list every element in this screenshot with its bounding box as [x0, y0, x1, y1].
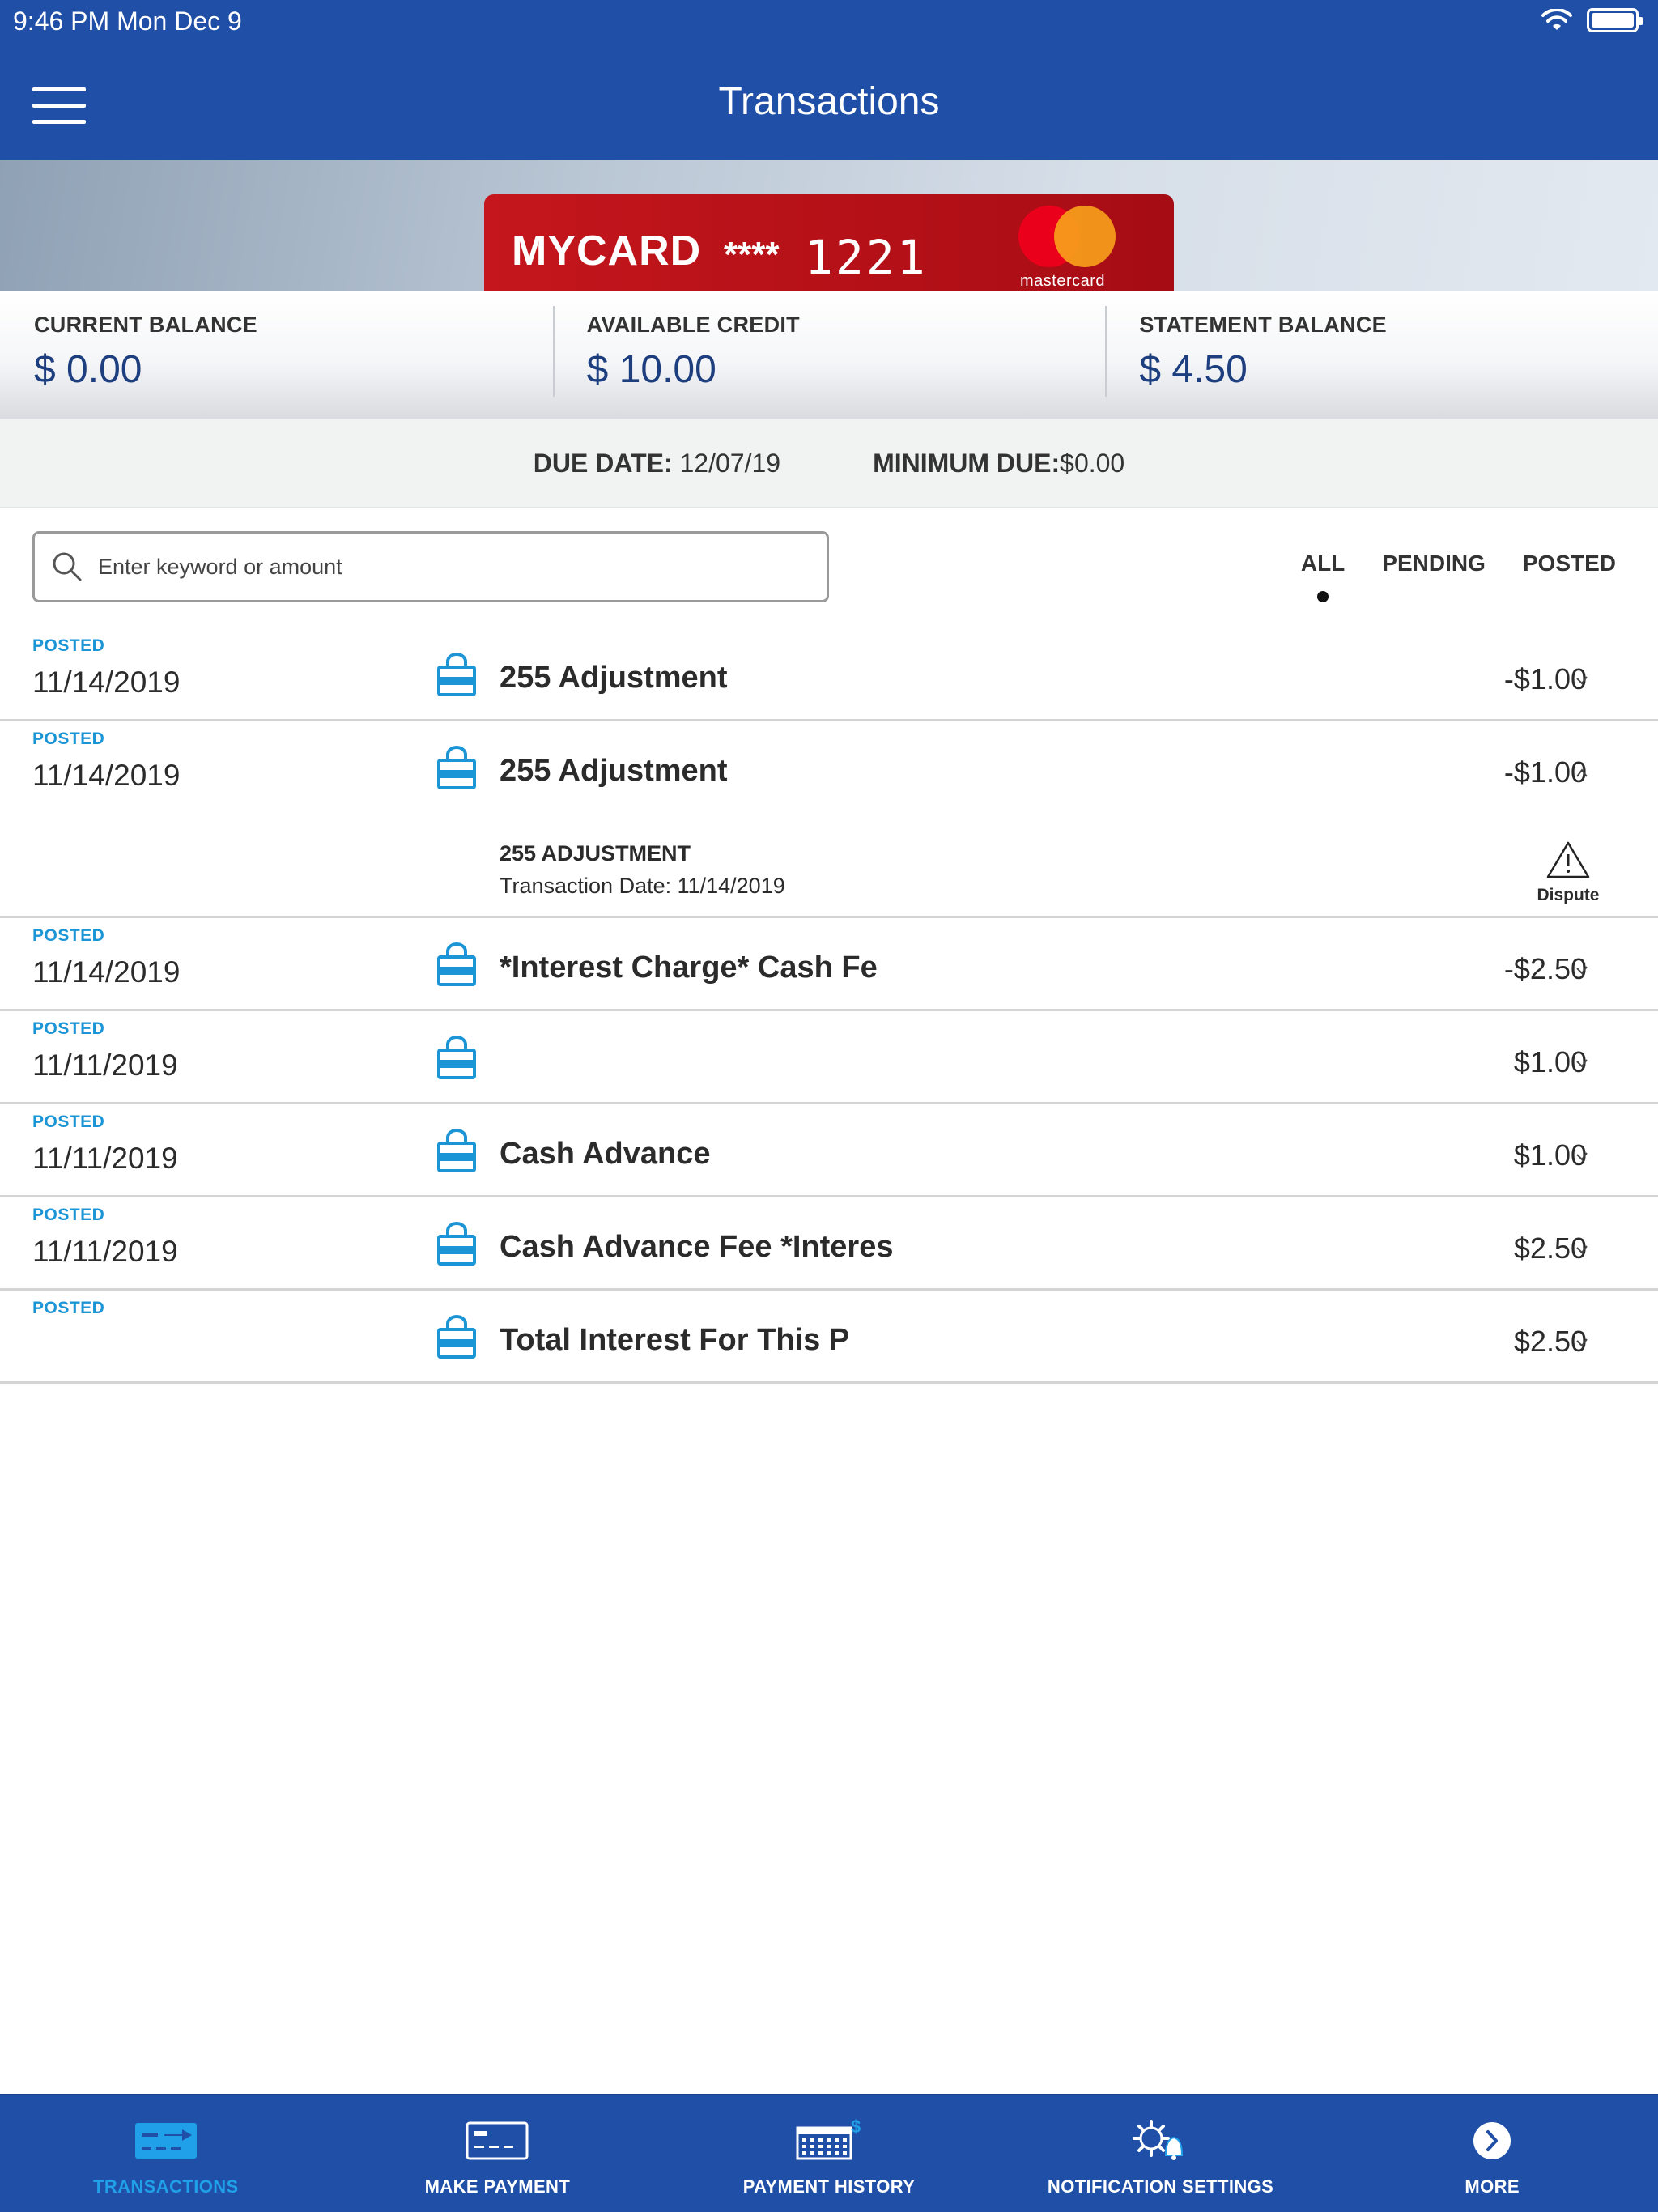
statement-balance: STATEMENT BALANCE $ 4.50	[1105, 291, 1658, 419]
balance-value: $ 0.00	[34, 348, 142, 391]
transaction-row[interactable]: POSTED 11/11/2019 Cash Advance Fee *Inte…	[0, 1197, 1658, 1291]
transaction-status: POSTED	[32, 1206, 105, 1224]
card-payment-icon	[466, 2121, 529, 2160]
credit-card-image[interactable]: MYCARD **** 1221 mastercard	[484, 194, 1174, 291]
tab-transactions[interactable]: TRANSACTIONS	[0, 2095, 332, 2212]
due-date: DUE DATE: 12/07/19	[533, 448, 781, 478]
balance-value: $ 10.00	[586, 348, 716, 391]
transaction-date: 11/11/2019	[32, 1235, 178, 1268]
filter-tabs: ALL PENDING POSTED	[1301, 551, 1616, 602]
filter-all[interactable]: ALL	[1301, 551, 1345, 602]
mastercard-wordmark: mastercard	[1020, 272, 1106, 290]
search-input[interactable]	[98, 554, 794, 580]
search-icon	[53, 552, 82, 581]
transaction-name: 255 Adjustment	[500, 754, 728, 788]
battery-icon	[1587, 8, 1643, 32]
transaction-row[interactable]: POSTED 11/11/2019 Cash Advance $1.00	[0, 1104, 1658, 1197]
card-masked-digits: ****	[724, 235, 780, 274]
transaction-row[interactable]: POSTED 11/14/2019 255 Adjustment -$1.00	[0, 628, 1658, 721]
tab-make-payment[interactable]: MAKE PAYMENT	[332, 2095, 664, 2212]
balance-label: AVAILABLE CREDIT	[586, 313, 800, 337]
shopping-bag-icon	[437, 746, 476, 789]
dispute-label: Dispute	[1537, 886, 1600, 904]
tab-label: NOTIFICATION SETTINGS	[1047, 2176, 1274, 2197]
tab-label: PAYMENT HISTORY	[742, 2176, 916, 2197]
transaction-name: *Interest Charge* Cash Fe	[500, 951, 878, 985]
dispute-button[interactable]: Dispute	[1532, 840, 1605, 905]
tab-label: MAKE PAYMENT	[424, 2176, 571, 2197]
tab-more[interactable]: MORE	[1326, 2095, 1658, 2212]
page-title: Transactions	[718, 80, 940, 123]
transaction-status: POSTED	[32, 636, 105, 655]
chevron-down-icon[interactable]	[1574, 962, 1590, 978]
due-bar: DUE DATE: 12/07/19 MINIMUM DUE:$0.00	[0, 419, 1658, 508]
balance-label: STATEMENT BALANCE	[1139, 313, 1387, 337]
tab-label: TRANSACTIONS	[93, 2176, 239, 2197]
transaction-name: Cash Advance	[500, 1137, 711, 1171]
filter-posted[interactable]: POSTED	[1523, 551, 1616, 576]
card-banner: MYCARD **** 1221 mastercard	[0, 160, 1658, 291]
current-balance: CURRENT BALANCE $ 0.00	[0, 291, 553, 419]
filter-pending[interactable]: PENDING	[1382, 551, 1486, 576]
status-icons	[1541, 8, 1643, 32]
transaction-list: POSTED 11/14/2019 255 Adjustment -$1.00 …	[0, 628, 1658, 1384]
transaction-row[interactable]: POSTED 11/14/2019 *Interest Charge* Cash…	[0, 918, 1658, 1011]
chevron-down-icon[interactable]	[1574, 672, 1590, 688]
chevron-down-icon[interactable]	[1574, 1334, 1590, 1351]
svg-text:$: $	[851, 2116, 861, 2137]
transaction-detail-title: 255 ADJUSTMENT	[500, 841, 691, 866]
transaction-status: POSTED	[32, 926, 105, 945]
tab-notification-settings[interactable]: NOTIFICATION SETTINGS	[995, 2095, 1327, 2212]
warning-triangle-icon	[1546, 841, 1590, 878]
transaction-status: POSTED	[32, 730, 105, 748]
transaction-date: 11/14/2019	[32, 955, 181, 989]
transaction-date: 11/14/2019	[32, 759, 181, 792]
bottom-tab-bar: TRANSACTIONS MAKE PAYMENT $ PAYMENT HIST…	[0, 2094, 1658, 2212]
transaction-row[interactable]: POSTED Total Interest For This P $2.50	[0, 1291, 1658, 1384]
chevron-down-icon[interactable]	[1574, 1241, 1590, 1257]
calendar-dollar-icon: $	[796, 2116, 861, 2160]
shopping-bag-icon	[437, 1315, 476, 1359]
chevron-circle-icon	[1473, 2122, 1511, 2159]
transaction-status: POSTED	[32, 1019, 105, 1038]
tab-label: MORE	[1465, 2176, 1520, 2197]
card-last4: 1221	[805, 230, 928, 285]
balance-value: $ 4.50	[1139, 348, 1248, 391]
wifi-icon	[1541, 9, 1572, 30]
transaction-date: 11/11/2019	[32, 1142, 178, 1175]
gear-bell-icon	[1132, 2120, 1183, 2160]
transaction-date: 11/14/2019	[32, 666, 181, 699]
shopping-bag-icon	[437, 1222, 476, 1266]
shopping-bag-icon	[437, 942, 476, 986]
shopping-bag-icon	[437, 653, 476, 696]
transaction-name: Cash Advance Fee *Interes	[500, 1230, 894, 1264]
shopping-bag-icon	[437, 1036, 476, 1079]
transaction-name: Total Interest For This P	[500, 1323, 850, 1357]
transaction-status: POSTED	[32, 1299, 105, 1317]
top-bar: 9:46 PM Mon Dec 9 Transactions	[0, 0, 1658, 160]
chevron-down-icon[interactable]	[1574, 1055, 1590, 1071]
transaction-row[interactable]: POSTED 11/11/2019 $1.00	[0, 1011, 1658, 1104]
shopping-bag-icon	[437, 1129, 476, 1172]
transaction-date: 11/11/2019	[32, 1049, 178, 1082]
card-name: MYCARD	[512, 228, 702, 274]
balance-label: CURRENT BALANCE	[34, 313, 257, 337]
transaction-status: POSTED	[32, 1112, 105, 1131]
chevron-down-icon[interactable]	[1574, 1148, 1590, 1164]
transactions-icon	[134, 2123, 197, 2159]
search-box[interactable]	[32, 531, 829, 602]
mastercard-logo-icon: mastercard	[1018, 206, 1124, 290]
transaction-row-expanded[interactable]: POSTED 11/14/2019 255 Adjustment -$1.00 …	[0, 721, 1658, 918]
available-credit: AVAILABLE CREDIT $ 10.00	[552, 291, 1106, 419]
chevron-up-icon[interactable]	[1574, 765, 1590, 781]
transaction-detail-date: Transaction Date: 11/14/2019	[500, 874, 785, 898]
status-time: 9:46 PM Mon Dec 9	[13, 6, 242, 36]
tab-payment-history[interactable]: $ PAYMENT HISTORY	[663, 2095, 995, 2212]
minimum-due: MINIMUM DUE:$0.00	[873, 448, 1125, 478]
transaction-name: 255 Adjustment	[500, 661, 728, 695]
selected-indicator	[1317, 591, 1329, 602]
balance-summary: CURRENT BALANCE $ 0.00 AVAILABLE CREDIT …	[0, 291, 1658, 419]
